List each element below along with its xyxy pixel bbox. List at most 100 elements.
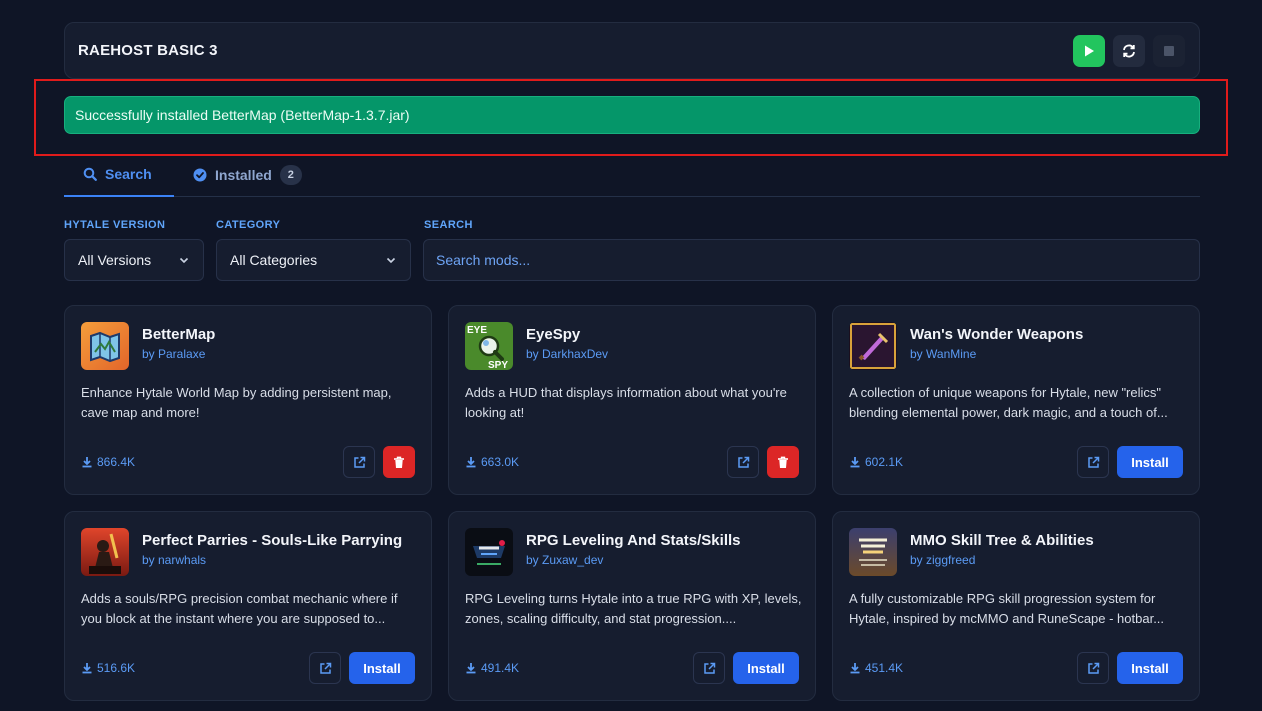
- tab-installed-label: Installed: [215, 166, 272, 183]
- card-actions: [343, 446, 415, 478]
- start-button[interactable]: [1073, 34, 1105, 67]
- power-controls: [1073, 34, 1185, 67]
- card-actions: Install: [1077, 446, 1183, 478]
- mod-author[interactable]: by Zuxaw_dev: [526, 553, 603, 567]
- category-select-value: All Categories: [230, 252, 318, 268]
- version-select[interactable]: All Versions: [64, 239, 204, 281]
- open-external-button[interactable]: [343, 446, 375, 478]
- download-count-value: 451.4K: [865, 661, 904, 675]
- mod-description: Adds a souls/RPG precision combat mechan…: [81, 591, 398, 626]
- mod-tabs: Search Installed 2: [64, 152, 1200, 197]
- download-count: 866.4K: [81, 455, 135, 469]
- download-icon: [850, 457, 860, 468]
- rpg-leveling-thumbnail: [465, 528, 513, 576]
- mod-description: A collection of unique weapons for Hytal…: [849, 385, 1168, 420]
- mod-author[interactable]: by DarkhaxDev: [526, 347, 608, 361]
- mod-name: EyeSpy: [526, 326, 581, 343]
- mod-author[interactable]: by narwhals: [142, 553, 206, 567]
- mod-description: Enhance Hytale World Map by adding persi…: [81, 385, 392, 420]
- stop-button[interactable]: [1153, 34, 1185, 67]
- download-count-value: 663.0K: [481, 455, 520, 469]
- check-circle-icon: [193, 168, 207, 181]
- download-count: 602.1K: [849, 455, 903, 469]
- play-icon: [1085, 45, 1094, 56]
- mod-card: Perfect Parries - Souls-Like Parrying by…: [64, 511, 432, 701]
- mod-author[interactable]: by WanMine: [910, 347, 976, 361]
- card-actions: Install: [309, 652, 415, 684]
- trash-icon: [394, 456, 404, 468]
- external-link-icon: [703, 662, 715, 674]
- download-count-value: 491.4K: [481, 661, 520, 675]
- card-actions: Install: [693, 652, 799, 684]
- tab-search-label: Search: [105, 165, 152, 182]
- version-select-value: All Versions: [78, 252, 152, 268]
- download-icon: [466, 457, 476, 468]
- external-link-icon: [353, 456, 365, 468]
- installed-count-badge: 2: [279, 164, 302, 185]
- open-external-button[interactable]: [1077, 652, 1109, 684]
- download-count: 491.4K: [465, 661, 519, 675]
- wonder-weapons-thumbnail: [849, 322, 897, 370]
- category-filter-label: CATEGORY: [216, 219, 281, 231]
- mod-author[interactable]: by Paralaxe: [142, 347, 205, 361]
- mod-description: RPG Leveling turns Hytale into a true RP…: [465, 591, 802, 626]
- perfect-parries-thumbnail: [81, 528, 129, 576]
- tab-search[interactable]: Search: [64, 152, 174, 197]
- search-input[interactable]: [423, 239, 1200, 281]
- stop-icon: [1164, 45, 1174, 56]
- mod-name: BetterMap: [142, 326, 216, 343]
- download-icon: [466, 663, 476, 674]
- restart-button[interactable]: [1113, 34, 1145, 67]
- card-actions: [727, 446, 799, 478]
- uninstall-button[interactable]: [383, 446, 415, 478]
- bettermap-thumbnail: [81, 322, 129, 370]
- search-filter-label: SEARCH: [424, 219, 473, 231]
- category-select[interactable]: All Categories: [216, 239, 411, 281]
- chevron-down-icon: [386, 257, 396, 264]
- download-icon: [82, 663, 92, 674]
- download-count: 451.4K: [849, 661, 903, 675]
- install-button[interactable]: Install: [1117, 652, 1183, 684]
- open-external-button[interactable]: [693, 652, 725, 684]
- mod-name: Perfect Parries - Souls-Like Parrying: [142, 532, 403, 549]
- alert-message: Successfully installed BetterMap (Better…: [75, 107, 410, 123]
- external-link-icon: [1087, 456, 1099, 468]
- mod-card: EYE SPY EyeSpy by DarkhaxDev Adds a HUD …: [448, 305, 816, 495]
- uninstall-button[interactable]: [767, 446, 799, 478]
- external-link-icon: [1087, 662, 1099, 674]
- mod-card: Wan's Wonder Weapons by WanMine A collec…: [832, 305, 1200, 495]
- mod-name: RPG Leveling And Stats/Skills: [526, 532, 741, 549]
- mod-name: MMO Skill Tree & Abilities: [910, 532, 1094, 549]
- refresh-icon: [1123, 44, 1135, 57]
- chevron-down-icon: [179, 257, 189, 264]
- download-icon: [850, 663, 860, 674]
- install-button[interactable]: Install: [1117, 446, 1183, 478]
- mmo-skill-tree-thumbnail: [849, 528, 897, 576]
- download-count-value: 602.1K: [865, 455, 904, 469]
- mod-description: Adds a HUD that displays information abo…: [465, 385, 787, 420]
- success-alert: Successfully installed BetterMap (Better…: [64, 96, 1200, 134]
- download-count-value: 516.6K: [97, 661, 136, 675]
- open-external-button[interactable]: [1077, 446, 1109, 478]
- install-button[interactable]: Install: [733, 652, 799, 684]
- eyespy-thumbnail: EYE SPY: [465, 322, 513, 370]
- download-count: 663.0K: [465, 455, 519, 469]
- card-actions: Install: [1077, 652, 1183, 684]
- open-external-button[interactable]: [309, 652, 341, 684]
- open-external-button[interactable]: [727, 446, 759, 478]
- download-icon: [82, 457, 92, 468]
- server-header: RAEHOST BASIC 3: [64, 22, 1200, 79]
- trash-icon: [778, 456, 788, 468]
- version-filter-label: HYTALE VERSION: [64, 219, 166, 231]
- mod-card: MMO Skill Tree & Abilities by ziggfreed …: [832, 511, 1200, 701]
- download-count-value: 866.4K: [97, 455, 136, 469]
- server-title: RAEHOST BASIC 3: [78, 42, 218, 59]
- install-button[interactable]: Install: [349, 652, 415, 684]
- external-link-icon: [737, 456, 749, 468]
- tab-installed[interactable]: Installed 2: [174, 152, 321, 197]
- mod-description: A fully customizable RPG skill progressi…: [849, 591, 1165, 626]
- mod-author[interactable]: by ziggfreed: [910, 553, 975, 567]
- eyespy-logo-top: EYE: [467, 325, 487, 336]
- eyespy-logo-bottom: SPY: [488, 360, 508, 370]
- external-link-icon: [319, 662, 331, 674]
